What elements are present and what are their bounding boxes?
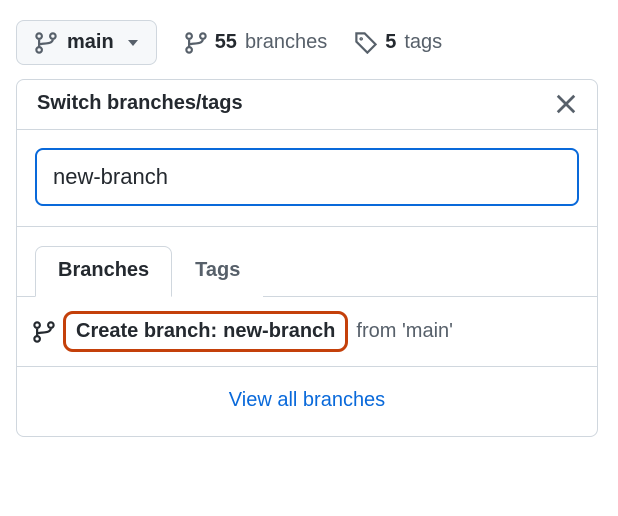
tags-label: tags: [404, 31, 442, 54]
view-all-branches-link[interactable]: View all branches: [229, 389, 385, 411]
branch-search-wrap: [17, 130, 597, 227]
create-branch-prefix: Create branch:: [76, 320, 217, 343]
tab-branches[interactable]: Branches: [35, 246, 172, 297]
create-branch-from: from 'main': [356, 320, 453, 343]
create-branch-highlight: Create branch: new-branch: [63, 311, 348, 352]
branches-count-link[interactable]: 55 branches: [185, 31, 328, 54]
create-branch-name: new-branch: [223, 320, 335, 343]
close-icon[interactable]: [555, 93, 577, 115]
branch-icon: [33, 321, 55, 343]
tags-count-link[interactable]: 5 tags: [355, 31, 442, 54]
popup-title: Switch branches/tags: [37, 92, 243, 115]
caret-down-icon: [128, 40, 138, 46]
repo-toolbar: main 55 branches 5 tags: [16, 20, 602, 65]
branch-switcher-popup: Switch branches/tags Branches Tags Creat…: [16, 79, 598, 437]
tab-tags[interactable]: Tags: [172, 246, 263, 297]
popup-tabs: Branches Tags: [17, 227, 597, 297]
branches-label: branches: [245, 31, 327, 54]
branch-search-input[interactable]: [35, 148, 579, 206]
create-branch-item[interactable]: Create branch: new-branch from 'main': [17, 297, 597, 367]
popup-header: Switch branches/tags: [17, 80, 597, 130]
branch-icon: [35, 32, 57, 54]
branches-count: 55: [215, 31, 237, 54]
tag-icon: [355, 32, 377, 54]
current-branch-label: main: [67, 31, 114, 54]
tags-count: 5: [385, 31, 396, 54]
branch-select-button[interactable]: main: [16, 20, 157, 65]
view-all-branches: View all branches: [17, 367, 597, 436]
branch-icon: [185, 32, 207, 54]
